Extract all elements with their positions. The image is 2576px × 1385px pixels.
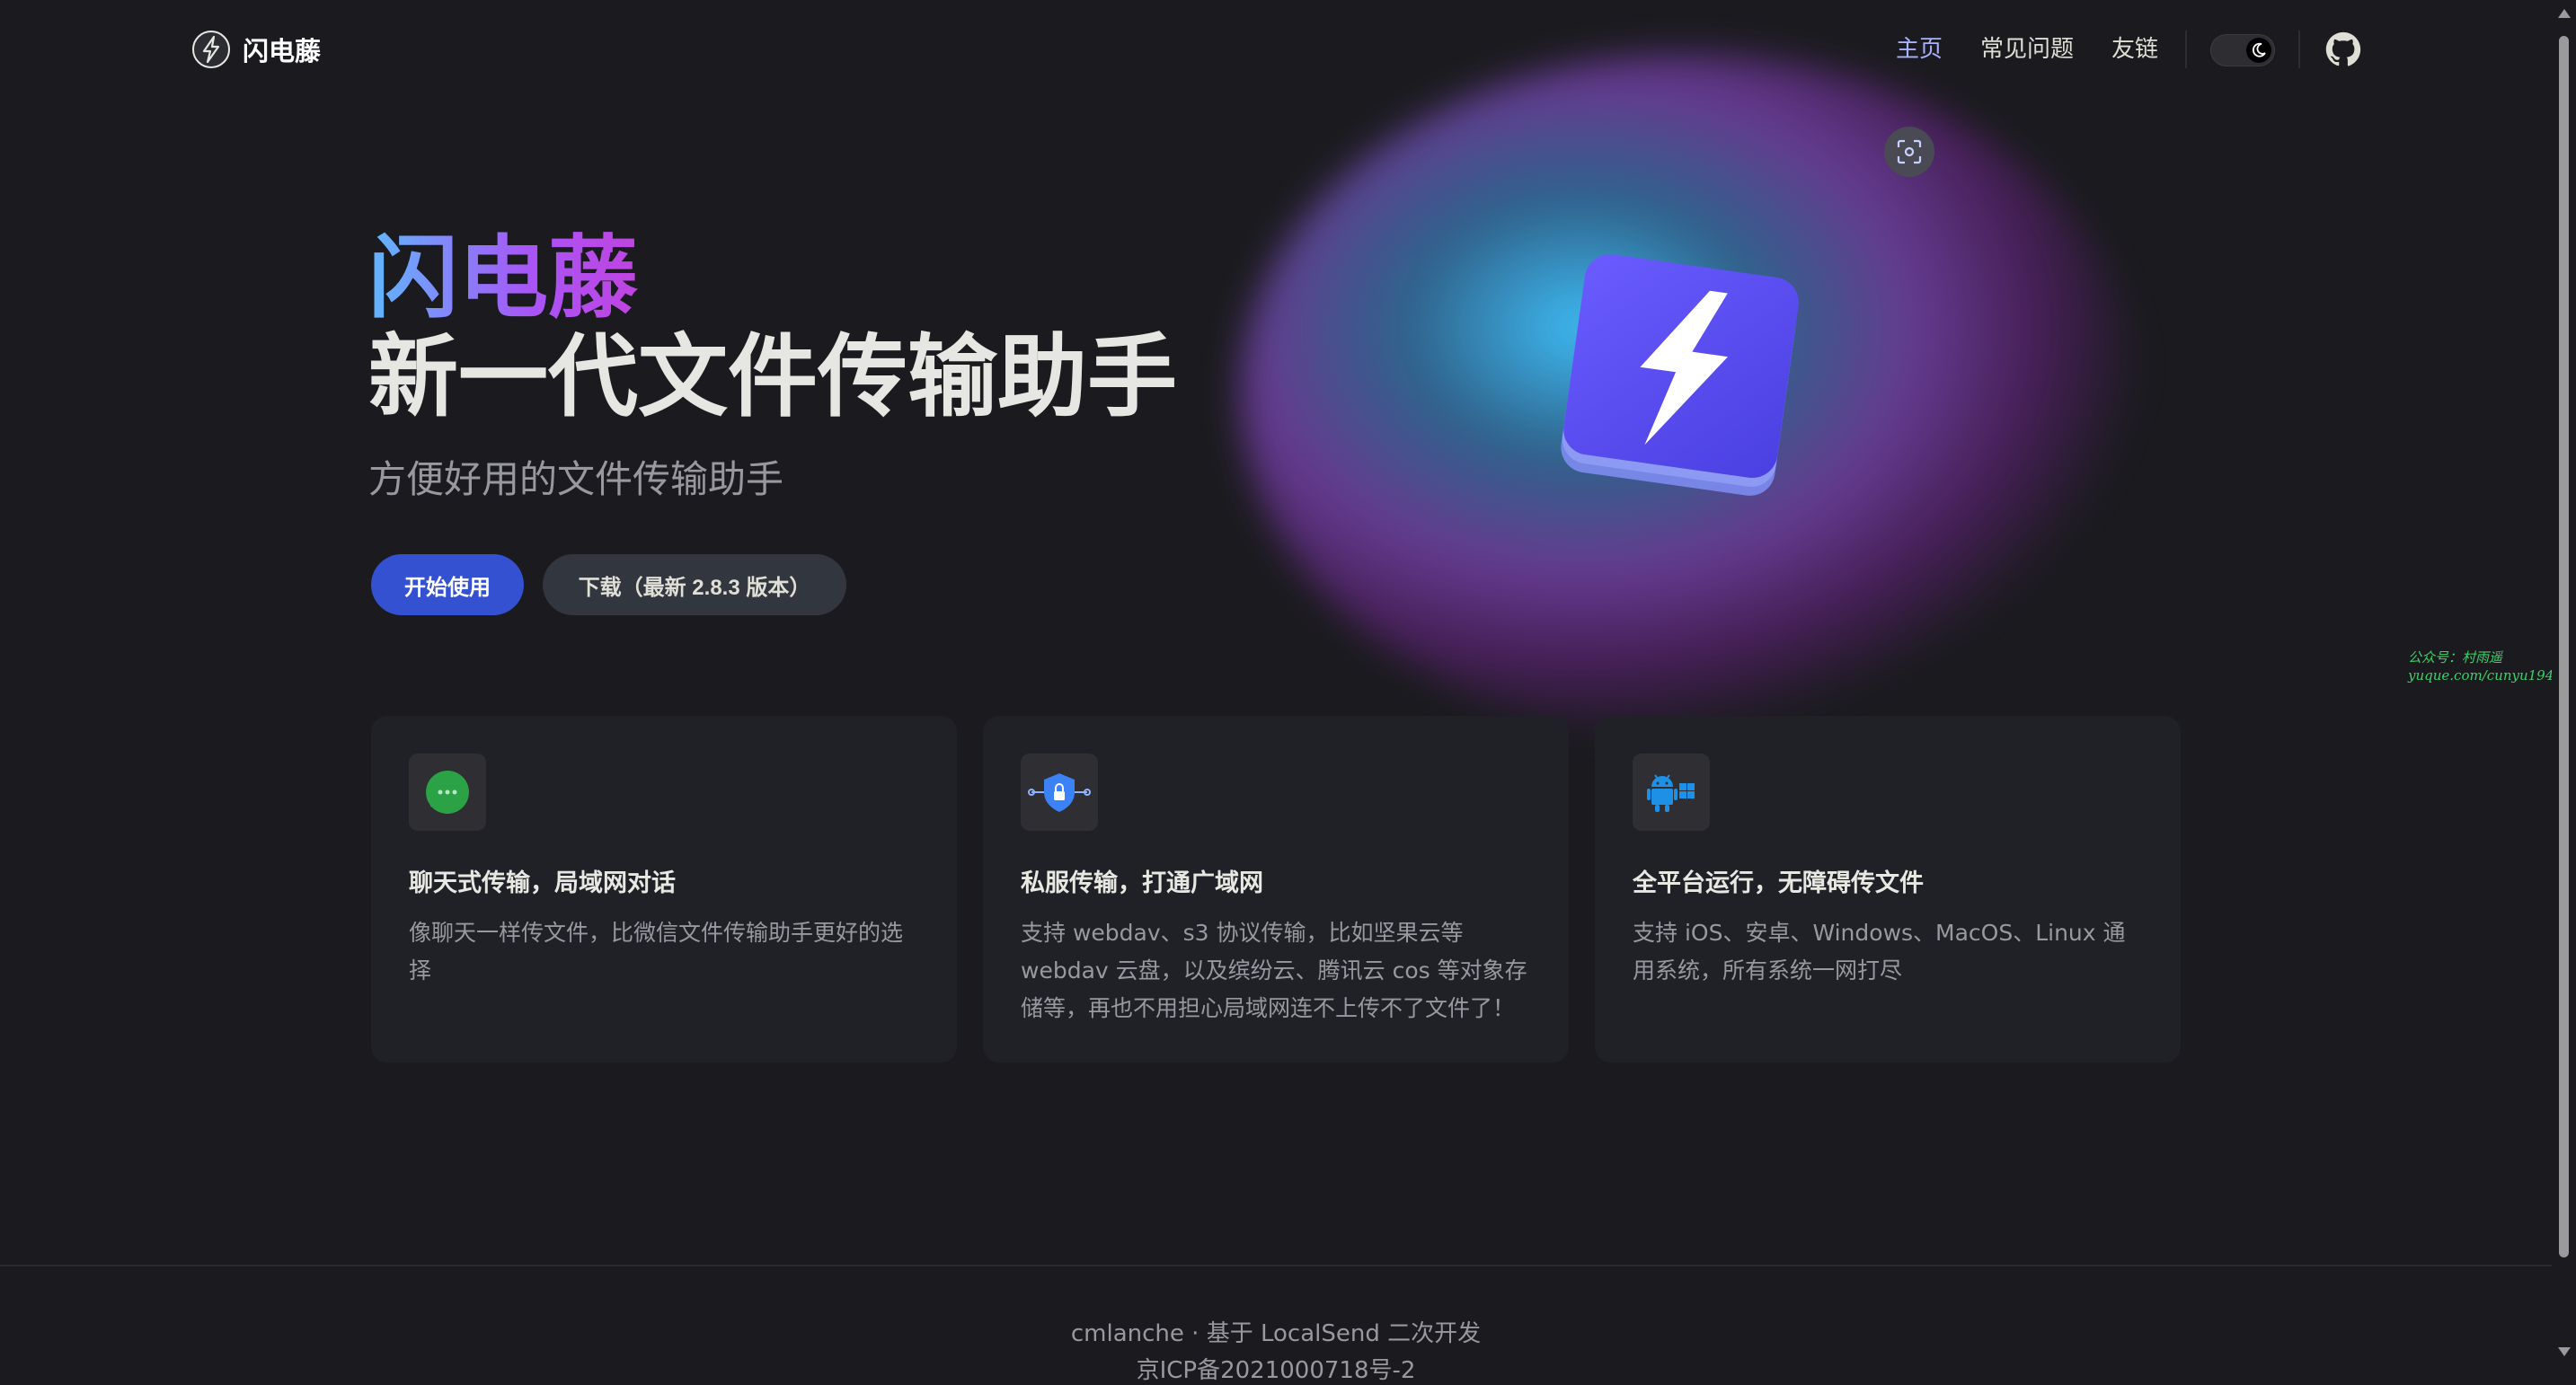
nav-links: 主页 常见问题 友链 xyxy=(1896,31,2158,64)
feature-icon-box xyxy=(1633,754,1710,831)
footer-icp: 京ICP备2021000718号-2 xyxy=(1136,1357,1416,1384)
get-started-button[interactable]: 开始使用 xyxy=(371,554,524,615)
watermark-line2: yuque.com/cunyu1943 xyxy=(2408,667,2563,684)
feature-desc: 像聊天一样传文件，比微信文件传输助手更好的选择 xyxy=(409,920,904,984)
app-icon xyxy=(1561,254,1799,496)
nav-divider xyxy=(2298,31,2300,68)
watermark-line1: 公众号：村雨遥 xyxy=(2408,649,2503,666)
feature-desc: 支持 webdav、s3 协议传输，比如坚果云等 webdav 云盘，以及缤纷云… xyxy=(1021,920,1527,1021)
hero-tagline: 方便好用的文件传输助手 xyxy=(368,457,784,501)
shield-lock-icon xyxy=(1028,773,1091,812)
android-windows-icon xyxy=(1647,774,1695,812)
scroll-up-arrow-icon[interactable] xyxy=(2558,9,2571,18)
scroll-down-arrow-icon[interactable] xyxy=(2558,1347,2571,1356)
nav-link-home[interactable]: 主页 xyxy=(1896,31,1943,64)
scan-icon xyxy=(1897,139,1922,164)
feature-title: 私服传输，打通广域网 xyxy=(1021,869,1263,897)
toggle-knob xyxy=(2246,38,2271,63)
nav-link-faq[interactable]: 常见问题 xyxy=(1980,31,2074,64)
footer-divider xyxy=(0,1265,2552,1266)
feature-title: 全平台运行，无障碍传文件 xyxy=(1633,869,1924,897)
feature-card-platform: 全平台运行，无障碍传文件 支持 iOS、安卓、Windows、MacOS、Lin… xyxy=(1595,716,2181,1063)
feature-title: 聊天式传输，局域网对话 xyxy=(409,869,676,897)
feature-card-chat: 聊天式传输，局域网对话 像聊天一样传文件，比微信文件传输助手更好的选择 xyxy=(371,716,957,1063)
hero-name: 闪电藤 xyxy=(368,225,638,331)
chat-bubble-icon xyxy=(426,771,469,814)
nav-divider xyxy=(2185,31,2187,68)
nav-link-friends[interactable]: 友链 xyxy=(2111,31,2158,64)
feature-card-private: 私服传输，打通广域网 支持 webdav、s3 协议传输，比如坚果云等 webd… xyxy=(983,716,1569,1063)
brand-name: 闪电藤 xyxy=(243,36,322,66)
theme-toggle[interactable] xyxy=(2210,34,2275,66)
brand-link[interactable]: 闪电藤 xyxy=(192,29,321,70)
github-icon[interactable] xyxy=(2325,31,2361,67)
download-button[interactable]: 下载（最新 2.8.3 版本） xyxy=(543,554,846,615)
feature-icon-box xyxy=(1021,754,1098,831)
footer-credit: cmlanche · 基于 LocalSend 二次开发 xyxy=(1070,1320,1482,1347)
scan-button[interactable] xyxy=(1884,127,1934,177)
moon-icon xyxy=(2252,42,2266,57)
feature-desc: 支持 iOS、安卓、Windows、MacOS、Linux 通用系统，所有系统一… xyxy=(1633,920,2126,984)
lightning-logo-icon xyxy=(192,31,230,68)
feature-icon-box xyxy=(409,754,486,831)
scroll-thumb[interactable] xyxy=(2559,36,2569,1257)
watermark: 公众号：村雨遥 yuque.com/cunyu1943 xyxy=(2408,648,2563,684)
hero-title: 新一代文件传输助手 xyxy=(368,324,1177,429)
scrollbar[interactable] xyxy=(2552,0,2576,1366)
navbar: 闪电藤 主页 常见问题 友链 xyxy=(0,0,2552,99)
